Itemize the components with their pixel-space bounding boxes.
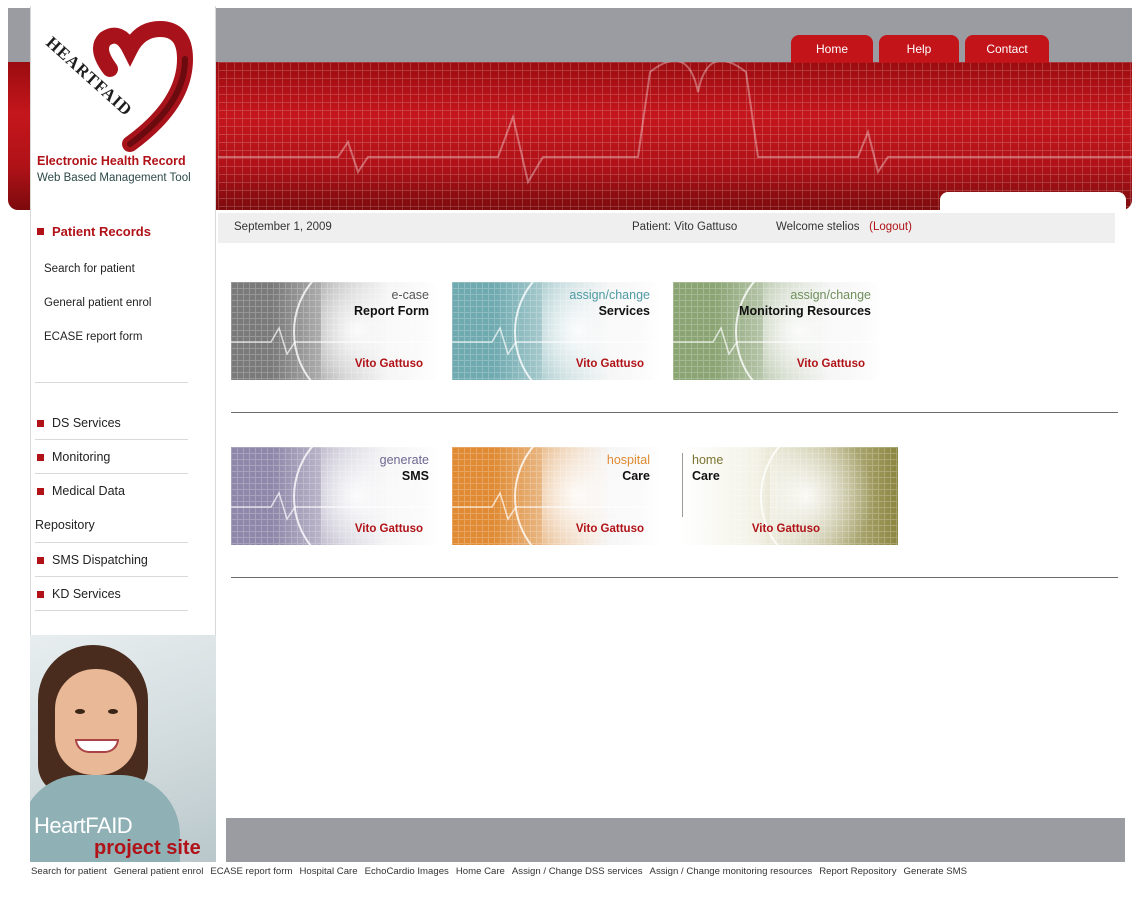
footer-generate-sms-link[interactable]: Generate SMS: [904, 866, 967, 882]
contact-tab[interactable]: Contact: [965, 35, 1049, 63]
bullet-icon: [37, 453, 44, 461]
tile-caption: assign/change: [569, 288, 650, 302]
promo-subtitle: project site: [94, 837, 201, 859]
footer-echocardio-images-link[interactable]: EchoCardio Images: [365, 866, 449, 882]
menu-label: Medical Data: [52, 484, 125, 498]
bullet-icon: [37, 228, 44, 235]
heartfaid-logo-icon: HEARTFAID: [42, 20, 194, 152]
tile-title: Monitoring Resources: [739, 304, 871, 318]
divider: [35, 439, 188, 440]
divider: [35, 382, 188, 383]
tile-title: Services: [598, 304, 650, 318]
footer-general-patient-enrol-link[interactable]: General patient enrol: [114, 866, 204, 882]
section-divider: [231, 412, 1118, 413]
ecg-icon: [231, 326, 441, 356]
footer-links: Search for patient General patient enrol…: [31, 866, 1126, 882]
help-tab[interactable]: Help: [879, 35, 959, 63]
info-bar: September 1, 2009 Patient: Vito Gattuso …: [218, 213, 1115, 243]
tile-hospital-care[interactable]: hospital Care Vito Gattuso: [452, 447, 662, 545]
brand-subtitle: Web Based Management Tool: [37, 172, 191, 184]
patient-records-heading[interactable]: Patient Records: [37, 224, 151, 239]
divider: [35, 473, 188, 474]
tile-title: SMS: [401, 469, 429, 483]
footer-ecase-report-form-link[interactable]: ECASE report form: [210, 866, 292, 882]
tile-patient-name: Vito Gattuso: [751, 523, 820, 535]
menu-label: DS Services: [52, 416, 121, 430]
search-patient-link[interactable]: Search for patient: [44, 263, 135, 275]
tile-assign-change-services[interactable]: assign/change Services Vito Gattuso: [452, 282, 662, 380]
bullet-icon: [37, 487, 44, 495]
ecg-icon: [452, 491, 662, 521]
ecg-icon: [673, 326, 883, 356]
tile-caption: hospital: [606, 453, 650, 467]
footer-search-patient-link[interactable]: Search for patient: [31, 866, 107, 882]
tile-patient-name: Vito Gattuso: [354, 358, 423, 370]
photo-eye: [75, 709, 85, 714]
ecg-icon: [452, 326, 662, 356]
current-patient: Patient: Vito Gattuso: [632, 221, 738, 233]
tile-ecase-report-form[interactable]: e-case Report Form Vito Gattuso: [231, 282, 441, 380]
brand-title: Electronic Health Record: [37, 154, 186, 168]
tile-caption: generate: [379, 453, 429, 467]
heartfaid-project-site-banner[interactable]: HeartFAID project site: [30, 635, 216, 862]
divider: [35, 542, 188, 543]
ecase-report-form-link[interactable]: ECASE report form: [44, 331, 142, 343]
footer-dss-services-link[interactable]: Assign / Change DSS services: [512, 866, 643, 882]
tile-patient-name: Vito Gattuso: [575, 358, 644, 370]
footer-home-care-link[interactable]: Home Care: [456, 866, 505, 882]
tile-patient-name: Vito Gattuso: [354, 523, 423, 535]
bullet-icon: [37, 419, 44, 427]
divider: [35, 610, 188, 611]
menu-label: SMS Dispatching: [52, 553, 148, 567]
banner-ecg-graphic: [218, 62, 1132, 185]
menu-label: KD Services: [52, 587, 121, 601]
current-date: September 1, 2009: [234, 221, 332, 233]
tile-patient-name: Vito Gattuso: [796, 358, 865, 370]
tile-title: Care: [622, 469, 650, 483]
tile-caption: e-case: [391, 288, 429, 302]
tile-home-care[interactable]: home Care Vito Gattuso: [680, 447, 898, 545]
tile-generate-sms[interactable]: generate SMS Vito Gattuso: [231, 447, 441, 545]
bullet-icon: [37, 556, 44, 564]
photo-eye: [108, 709, 118, 714]
menu-label: Monitoring: [52, 450, 111, 464]
patient-records-label: Patient Records: [52, 224, 151, 239]
logo[interactable]: HEARTFAID Electronic Health Record Web B…: [31, 6, 215, 211]
welcome-user: Welcome stelios (Logout): [776, 221, 912, 233]
tile-title: Report Form: [354, 304, 429, 318]
photo-face: [55, 669, 137, 775]
tile-patient-name: Vito Gattuso: [575, 523, 644, 535]
home-tab[interactable]: Home: [791, 35, 873, 63]
content-bottom-bar: [226, 818, 1125, 862]
menu-monitoring[interactable]: Monitoring: [37, 450, 110, 464]
promo-title: HeartFAID: [34, 813, 133, 838]
section-divider: [231, 577, 1118, 578]
divider: [35, 576, 188, 577]
bullet-icon: [37, 590, 44, 598]
welcome-text: Welcome stelios: [776, 221, 860, 233]
menu-kd-services[interactable]: KD Services: [37, 587, 121, 601]
tile-title: Care: [692, 469, 720, 483]
menu-medical-data-repository[interactable]: Medical Data: [37, 484, 125, 498]
menu-label-continuation[interactable]: Repository: [35, 518, 95, 532]
tile-caption: home: [692, 453, 724, 467]
footer-report-repository-link[interactable]: Report Repository: [819, 866, 896, 882]
footer-monitoring-resources-link[interactable]: Assign / Change monitoring resources: [650, 866, 813, 882]
top-navigation: Home Help Contact: [791, 35, 1049, 63]
general-patient-enrol-link[interactable]: General patient enrol: [44, 297, 151, 309]
menu-ds-services[interactable]: DS Services: [37, 416, 121, 430]
ecg-icon: [231, 491, 441, 521]
tile-assign-change-monitoring[interactable]: assign/change Monitoring Resources Vito …: [673, 282, 883, 380]
menu-sms-dispatching[interactable]: SMS Dispatching: [37, 553, 148, 567]
footer-hospital-care-link[interactable]: Hospital Care: [299, 866, 357, 882]
tile-divider: [682, 453, 683, 517]
logout-link[interactable]: (Logout): [869, 221, 912, 233]
tile-caption: assign/change: [790, 288, 871, 302]
